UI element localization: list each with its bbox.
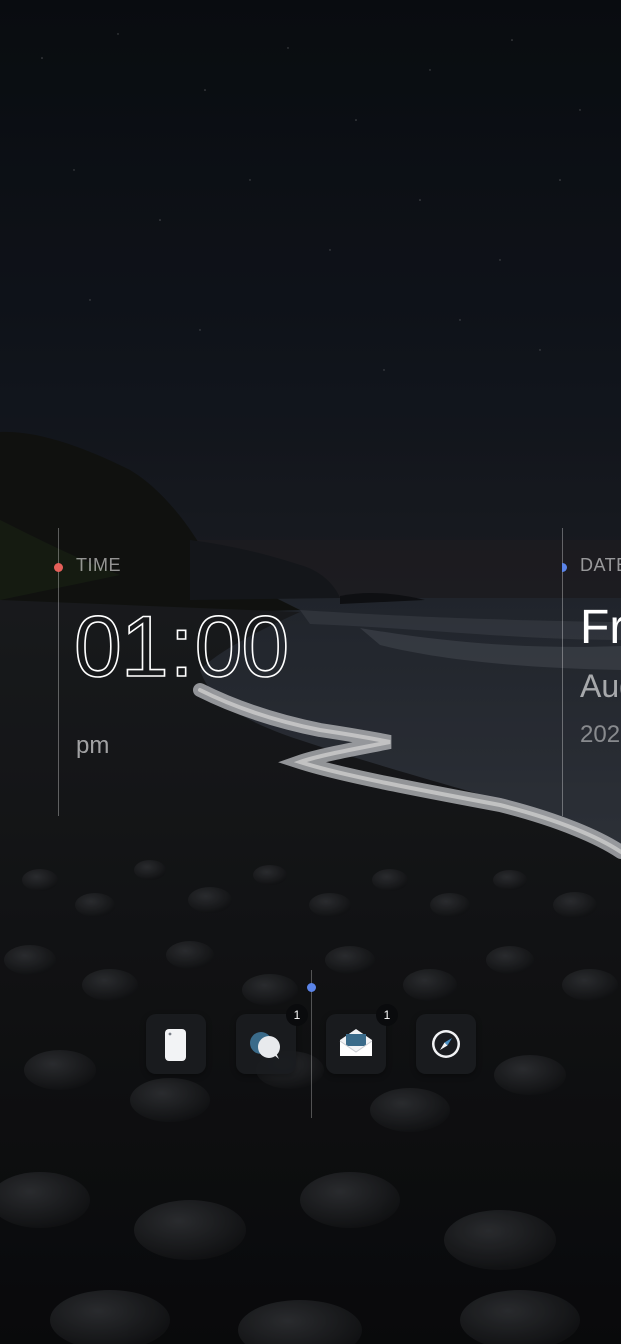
time-label: TIME [76, 555, 121, 575]
time-separator: : [169, 599, 194, 695]
dock-app-messages[interactable]: 1 [236, 1004, 308, 1074]
dock-app-browser[interactable] [416, 1014, 476, 1074]
mail-envelope-icon [339, 1029, 373, 1056]
dock-app-mail[interactable]: 1 [326, 1004, 398, 1074]
time-minutes: 00 [194, 599, 290, 695]
time-widget: TIME 01:00 pm [54, 528, 358, 816]
compass-icon [432, 1030, 460, 1058]
mail-badge: 1 [376, 1004, 398, 1026]
dock-app-phone[interactable] [146, 1014, 206, 1074]
time-value: 01:00 [73, 603, 290, 691]
dock-divider [311, 970, 312, 1118]
dock-dot-indicator [307, 983, 316, 992]
messages-badge: 1 [286, 1004, 308, 1026]
date-year: 202 [580, 721, 621, 748]
time-dot-indicator [54, 563, 63, 572]
chat-bubbles-icon [250, 1032, 280, 1059]
date-label: DATE [580, 555, 621, 575]
lock-screen: TIME 01:00 pm DATE Fri Aug 202 1 [0, 0, 621, 1344]
date-dot-indicator [562, 563, 567, 572]
time-period: pm [76, 732, 110, 759]
date-clip: DATE Fri Aug 202 [562, 528, 621, 816]
time-hours: 01 [73, 599, 169, 695]
phone-icon [165, 1029, 186, 1061]
date-day: Fri [580, 601, 621, 654]
date-month: Aug [580, 668, 621, 704]
date-widget: DATE Fri Aug 202 [562, 528, 621, 816]
